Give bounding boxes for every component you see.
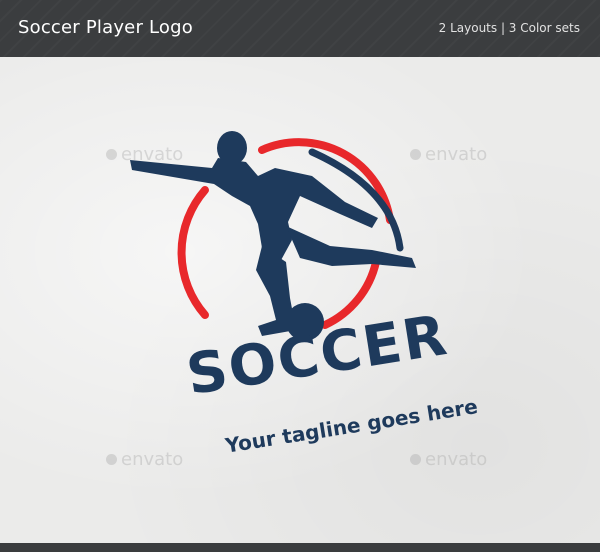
soccer-logo-mark bbox=[130, 131, 416, 341]
player-silhouette-icon bbox=[130, 131, 416, 336]
footer-bar bbox=[0, 543, 600, 552]
